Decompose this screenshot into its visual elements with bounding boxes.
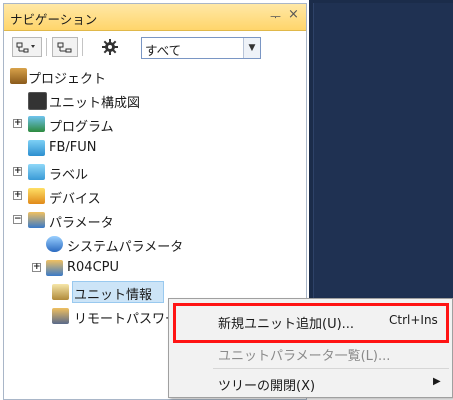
tree-item-device[interactable]: + デバイス: [4, 184, 306, 208]
navigation-toolbar: すべて ▼: [4, 31, 306, 63]
settings-button[interactable]: [90, 37, 130, 57]
parameter-icon: [28, 212, 45, 228]
tree-item-label: デバイス: [49, 192, 101, 207]
toolbar-separator: [82, 38, 83, 56]
tree-item-parameter[interactable]: − パラメータ: [4, 208, 306, 232]
menu-item-label: ツリーの開閉(X): [218, 379, 316, 394]
navigation-title: ナビゲーション: [10, 12, 98, 27]
device-icon: [28, 188, 45, 204]
toolbar-separator: [46, 38, 47, 56]
tree-item-label: ユニット情報: [74, 288, 153, 303]
tree-item-label: パラメータ: [49, 216, 114, 231]
program-icon: [28, 116, 45, 132]
tree-item-label-node[interactable]: + ラベル: [4, 160, 306, 184]
fb-fun-icon: [28, 140, 45, 156]
expand-icon[interactable]: +: [32, 263, 41, 272]
expand-icon[interactable]: +: [13, 119, 22, 128]
tree-item-label: ユニット構成図: [49, 96, 141, 111]
label-icon: [28, 164, 45, 180]
tree-item-label: システムパラメータ: [67, 240, 184, 255]
tree-collapse-icon: [57, 42, 72, 53]
tree-item-r04cpu[interactable]: + R04CPU: [4, 256, 306, 280]
system-parameter-icon: [46, 236, 63, 252]
cpu-parameter-icon: [46, 260, 63, 276]
collapse-icon[interactable]: −: [13, 215, 22, 224]
project-icon: [10, 68, 27, 84]
tree-item-program[interactable]: + プログラム: [4, 112, 306, 136]
tree-item-label: FB/FUN: [49, 140, 97, 155]
filter-value: すべて: [145, 43, 182, 58]
tree-item-system-parameter[interactable]: システムパラメータ: [4, 232, 306, 256]
gear-icon: [102, 39, 118, 55]
remote-password-icon: [52, 308, 69, 324]
tree-item-label: R04CPU: [67, 260, 120, 275]
navigation-title-bar: ナビゲーション ᅮ ×: [4, 4, 306, 31]
tree-item-label: ラベル: [49, 168, 89, 183]
module-config-icon: [28, 92, 47, 110]
module-info-icon: [52, 284, 69, 300]
tree-item-label: リモートパスワー: [74, 312, 179, 327]
close-icon[interactable]: ×: [288, 7, 299, 22]
menu-item-label: ユニットパラメータ一覧(L)...: [218, 349, 391, 364]
pin-icon[interactable]: ᅮ: [270, 8, 281, 25]
submenu-arrow-icon: ▶: [433, 376, 441, 387]
expand-icon[interactable]: +: [13, 191, 22, 200]
collapse-tree-button[interactable]: [52, 37, 78, 57]
tree-expand-icon: [16, 42, 35, 53]
red-highlight-box: [173, 303, 449, 343]
tree-item-label: プロジェクト: [28, 72, 107, 87]
menu-item-tree-expand-collapse[interactable]: ツリーの開閉(X) ▶: [169, 367, 452, 399]
tree-item-label: プログラム: [49, 120, 114, 135]
expand-icon[interactable]: +: [13, 167, 22, 176]
tree-item-project[interactable]: プロジェクト: [4, 64, 306, 88]
tree-item-fb-fun[interactable]: FB/FUN: [4, 136, 306, 160]
expand-tree-button[interactable]: [12, 37, 42, 57]
chevron-down-icon[interactable]: ▼: [243, 38, 260, 58]
tree-filter-select[interactable]: すべて ▼: [141, 37, 261, 59]
tree-item-unit-config[interactable]: ユニット構成図: [4, 88, 306, 112]
